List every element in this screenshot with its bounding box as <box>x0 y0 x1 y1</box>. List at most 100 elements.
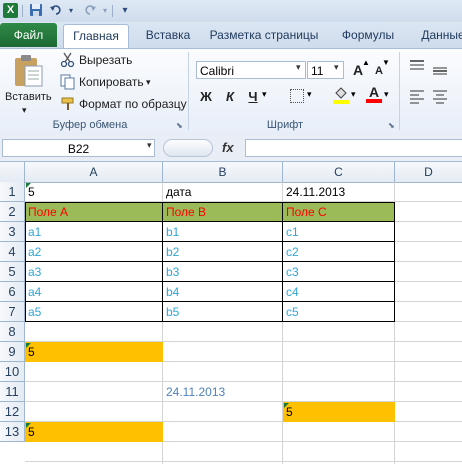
cell-a1[interactable]: 5 <box>25 182 162 202</box>
font-name-dropdown-icon[interactable]: ▾ <box>296 62 301 73</box>
bold-button[interactable]: Ж <box>197 88 215 106</box>
font-size-dropdown-icon[interactable]: ▾ <box>334 62 339 73</box>
cell-c4[interactable]: c2 <box>283 242 394 262</box>
cell-a9[interactable]: 5 <box>25 342 163 362</box>
tab-page-layout[interactable]: Разметка страницы <box>205 24 323 47</box>
tab-insert[interactable]: Вставка <box>137 24 199 47</box>
redo-icon[interactable] <box>82 3 98 19</box>
row-header[interactable]: 5 <box>0 262 25 282</box>
align-left-icon[interactable] <box>409 88 425 104</box>
cell-a5[interactable]: a3 <box>25 262 162 282</box>
font-color-icon[interactable]: A <box>366 84 382 104</box>
paste-dropdown-icon[interactable]: ▾ <box>22 101 27 119</box>
formula-bar-splitter[interactable] <box>163 139 213 157</box>
select-all-corner[interactable] <box>0 162 25 182</box>
name-box-dropdown-icon[interactable]: ▾ <box>147 140 152 151</box>
clipboard-group-label: Буфер обмена <box>52 119 128 131</box>
format-painter-icon[interactable] <box>60 96 76 112</box>
fill-color-dropdown-icon[interactable]: ▾ <box>351 89 356 100</box>
cell-b1[interactable]: дата <box>163 182 282 202</box>
paste-icon[interactable] <box>12 54 44 88</box>
borders-dropdown-icon[interactable]: ▾ <box>307 89 312 100</box>
column-header-b[interactable]: B <box>163 162 283 182</box>
error-indicator-icon <box>26 183 31 188</box>
table-border <box>25 261 395 262</box>
font-launcher-icon[interactable]: ⬊ <box>388 121 395 130</box>
cell-b2[interactable]: Поле B <box>163 202 283 222</box>
name-box[interactable]: B22 <box>2 139 155 157</box>
copy-button[interactable]: Копировать <box>79 73 144 91</box>
cell-a6[interactable]: a4 <box>25 282 162 302</box>
font-name-select[interactable]: Calibri <box>196 61 306 79</box>
cell-b5[interactable]: b3 <box>163 262 282 282</box>
customize-qat-icon[interactable]: ▾ <box>117 3 133 19</box>
table-border <box>282 202 283 322</box>
scissors-icon[interactable] <box>60 52 76 68</box>
row-header[interactable]: 13 <box>0 422 25 442</box>
fill-color-icon[interactable] <box>333 86 349 104</box>
row-header[interactable]: 7 <box>0 302 25 322</box>
row-header[interactable]: 1 <box>0 182 25 202</box>
table-border <box>25 281 395 282</box>
align-center-icon[interactable] <box>432 88 448 104</box>
undo-dropdown-icon[interactable]: ▾ <box>63 3 79 19</box>
font-group-label: Шрифт <box>266 119 304 131</box>
cell-c6[interactable]: c4 <box>283 282 394 302</box>
cell-c2[interactable]: Поле C <box>283 202 395 222</box>
underline-button[interactable]: Ч <box>244 88 262 106</box>
borders-icon[interactable] <box>290 89 304 103</box>
tab-file[interactable]: Файл <box>0 23 57 47</box>
cell-b11[interactable]: 24.11.2013 <box>163 382 282 402</box>
font-color-dropdown-icon[interactable]: ▾ <box>384 89 389 100</box>
copy-icon[interactable] <box>60 74 76 90</box>
cell-c3[interactable]: c1 <box>283 222 394 242</box>
cell-b6[interactable]: b4 <box>163 282 282 302</box>
row-header[interactable]: 9 <box>0 342 25 362</box>
cell-a2[interactable]: Поле A <box>25 202 163 222</box>
align-middle-icon[interactable] <box>432 63 448 79</box>
table-border <box>162 202 163 322</box>
cell-c5[interactable]: c3 <box>283 262 394 282</box>
tab-formulas[interactable]: Формулы <box>333 24 403 47</box>
row-header[interactable]: 8 <box>0 322 25 342</box>
row-header[interactable]: 6 <box>0 282 25 302</box>
error-indicator-icon <box>26 343 31 348</box>
align-top-icon[interactable] <box>409 59 425 75</box>
copy-dropdown-icon[interactable]: ▾ <box>146 73 151 91</box>
cell-c7[interactable]: c5 <box>283 302 394 322</box>
qat-separator <box>112 5 113 17</box>
cell-a4[interactable]: a2 <box>25 242 162 262</box>
paste-button-label[interactable]: Вставить <box>5 88 52 106</box>
row-header[interactable]: 4 <box>0 242 25 262</box>
cut-button[interactable]: Вырезать <box>79 51 132 69</box>
redo-dropdown-icon[interactable]: ▾ <box>97 3 113 19</box>
cell-c12[interactable]: 5 <box>283 402 395 422</box>
tab-data[interactable]: Данные <box>413 24 462 47</box>
row-header[interactable]: 3 <box>0 222 25 242</box>
row-header[interactable]: 10 <box>0 362 25 382</box>
column-header-d[interactable]: D <box>395 162 462 182</box>
insert-function-icon[interactable]: fx <box>222 139 234 157</box>
excel-logo-icon[interactable]: X <box>3 3 18 18</box>
cell-c1[interactable]: 24.11.2013 <box>283 182 394 202</box>
undo-icon[interactable] <box>48 3 64 19</box>
clipboard-launcher-icon[interactable]: ⬊ <box>176 121 183 130</box>
row-header[interactable]: 11 <box>0 382 25 402</box>
save-icon[interactable] <box>28 3 44 19</box>
cell-b3[interactable]: b1 <box>163 222 282 242</box>
column-header-c[interactable]: C <box>283 162 395 182</box>
cell-a13[interactable]: 5 <box>25 422 163 442</box>
row-header[interactable]: 2 <box>0 202 25 222</box>
tab-home[interactable]: Главная <box>63 24 129 49</box>
cell-b7[interactable]: b5 <box>163 302 282 322</box>
cell-b4[interactable]: b2 <box>163 242 282 262</box>
row-header[interactable]: 12 <box>0 402 25 422</box>
italic-button[interactable]: К <box>221 88 239 106</box>
cell-a7[interactable]: a5 <box>25 302 162 322</box>
group-separator <box>399 52 400 130</box>
format-painter-button[interactable]: Формат по образцу <box>79 95 187 113</box>
underline-dropdown-icon[interactable]: ▾ <box>262 89 267 100</box>
cell-a3[interactable]: a1 <box>25 222 162 242</box>
formula-input[interactable] <box>245 139 462 157</box>
column-header-a[interactable]: A <box>25 162 163 182</box>
